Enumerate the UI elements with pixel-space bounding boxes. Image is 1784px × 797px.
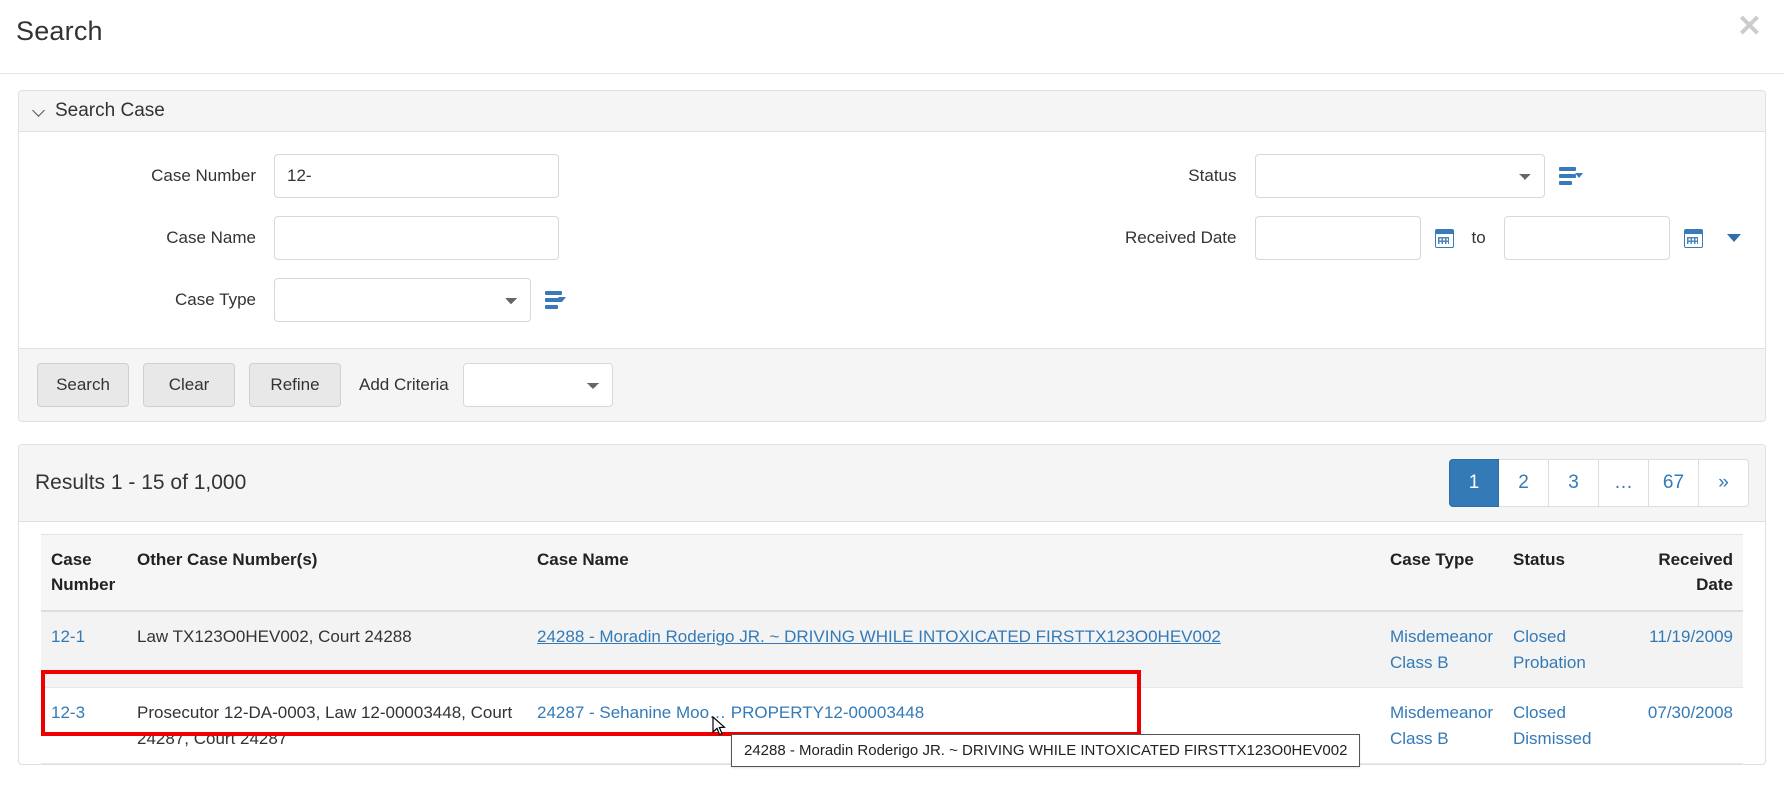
table-row[interactable]: 12-1 Law TX123O0HEV002, Court 24288 2428…	[41, 611, 1743, 689]
filter-list-icon[interactable]	[544, 290, 566, 310]
status-link[interactable]: Closed Probation	[1513, 627, 1586, 672]
received-date-from-input[interactable]	[1254, 216, 1421, 260]
case-number-link[interactable]: 12-1	[51, 627, 85, 646]
cell-case-number: 12-1	[41, 611, 127, 689]
cell-received-date: 11/19/2009	[1623, 611, 1743, 689]
pagination: 1 2 3 … 67 »	[1449, 459, 1749, 507]
page-title: Search	[16, 16, 103, 46]
chevron-down-icon[interactable]	[33, 105, 45, 117]
case-type-label: Case Type	[175, 290, 256, 309]
add-criteria-select[interactable]	[462, 363, 613, 407]
cell-status: Closed Dismissed	[1503, 687, 1623, 765]
results-header: Results 1 - 15 of 1,000 1 2 3 … 67 »	[19, 445, 1765, 522]
results-count: Results 1 - 15 of 1,000	[35, 471, 247, 494]
pagination-page-2[interactable]: 2	[1499, 459, 1549, 507]
search-form: Case Number Status Case Name Received Da…	[19, 132, 1765, 348]
received-date-link[interactable]: 07/30/2008	[1648, 703, 1733, 722]
results-table: Case Number Other Case Number(s) Case Na…	[41, 534, 1743, 765]
case-type-link[interactable]: Misdemeanor Class B	[1390, 703, 1493, 748]
search-actions-bar: Search Clear Refine Add Criteria	[19, 348, 1765, 421]
case-name-input[interactable]	[274, 216, 559, 260]
pagination-next[interactable]: »	[1699, 459, 1749, 507]
case-name-label: Case Name	[166, 228, 256, 247]
case-number-input[interactable]	[274, 154, 559, 198]
column-header-case-type[interactable]: Case Type	[1380, 534, 1503, 613]
calendar-icon[interactable]	[1434, 228, 1454, 248]
add-criteria-label: Add Criteria	[359, 375, 449, 394]
modal-header: Search ✕	[0, 0, 1784, 74]
case-name-link[interactable]: 24287 - Sehanine Moo… PROPERTY12-0000344…	[537, 703, 924, 722]
cell-case-number: 12-3	[41, 687, 127, 765]
case-name-tooltip: 24288 - Moradin Roderigo JR. ~ DRIVING W…	[731, 734, 1361, 767]
received-date-label: Received Date	[1124, 228, 1237, 247]
search-case-panel-header[interactable]: Search Case	[19, 91, 1765, 132]
case-type-link[interactable]: Misdemeanor Class B	[1390, 627, 1493, 672]
status-select[interactable]	[1254, 154, 1545, 198]
column-header-status[interactable]: Status	[1503, 534, 1623, 613]
cell-case-type: Misdemeanor Class B	[1380, 687, 1503, 765]
search-case-panel-title: Search Case	[55, 100, 165, 121]
cell-other-case-numbers: Prosecutor 12-DA-0003, Law 12-00003448, …	[127, 687, 527, 765]
case-type-select[interactable]	[274, 278, 531, 322]
column-header-received-date[interactable]: Received Date	[1623, 534, 1743, 613]
cell-case-name: 24288 - Moradin Roderigo JR. ~ DRIVING W…	[527, 611, 1380, 689]
case-number-label: Case Number	[151, 166, 256, 185]
column-header-other-case-numbers[interactable]: Other Case Number(s)	[127, 534, 527, 613]
cell-received-date: 07/30/2008	[1623, 687, 1743, 765]
case-name-control	[274, 216, 564, 260]
cell-other-case-numbers: Law TX123O0HEV002, Court 24288	[127, 611, 527, 689]
pagination-page-67[interactable]: 67	[1649, 459, 1699, 507]
results-table-head: Case Number Other Case Number(s) Case Na…	[41, 534, 1743, 613]
received-date-link[interactable]: 11/19/2009	[1649, 627, 1733, 646]
pagination-page-1[interactable]: 1	[1449, 459, 1499, 507]
refine-button[interactable]: Refine	[249, 363, 341, 407]
status-control	[1254, 154, 1766, 198]
calendar-icon[interactable]	[1683, 228, 1703, 248]
modal-body: Search Case Case Number Status Case Name	[0, 74, 1784, 767]
pagination-ellipsis[interactable]: …	[1599, 459, 1649, 507]
received-date-control: to	[1254, 216, 1766, 260]
results-panel: Results 1 - 15 of 1,000 1 2 3 … 67 » Cas…	[18, 444, 1766, 767]
cell-case-type: Misdemeanor Class B	[1380, 611, 1503, 689]
filter-list-icon[interactable]	[1558, 166, 1583, 186]
close-icon[interactable]: ✕	[1737, 12, 1762, 42]
column-header-case-name[interactable]: Case Name	[527, 534, 1380, 613]
cell-status: Closed Probation	[1503, 611, 1623, 689]
clear-button[interactable]: Clear	[143, 363, 235, 407]
status-label: Status	[1188, 166, 1237, 185]
table-header-row: Case Number Other Case Number(s) Case Na…	[41, 534, 1743, 613]
case-number-control	[274, 154, 564, 198]
received-date-to-label: to	[1471, 228, 1486, 247]
caret-down-icon[interactable]	[1726, 234, 1741, 242]
case-number-link[interactable]: 12-3	[51, 703, 85, 722]
search-case-panel: Search Case Case Number Status Case Name	[18, 90, 1766, 422]
search-button[interactable]: Search	[37, 363, 129, 407]
results-table-wrapper: Case Number Other Case Number(s) Case Na…	[19, 522, 1765, 767]
pagination-page-3[interactable]: 3	[1549, 459, 1599, 507]
column-header-case-number[interactable]: Case Number	[41, 534, 127, 613]
case-name-link[interactable]: 24288 - Moradin Roderigo JR. ~ DRIVING W…	[537, 627, 1221, 646]
status-link[interactable]: Closed Dismissed	[1513, 703, 1591, 748]
received-date-to-input[interactable]	[1503, 216, 1670, 260]
case-type-control	[274, 278, 566, 322]
